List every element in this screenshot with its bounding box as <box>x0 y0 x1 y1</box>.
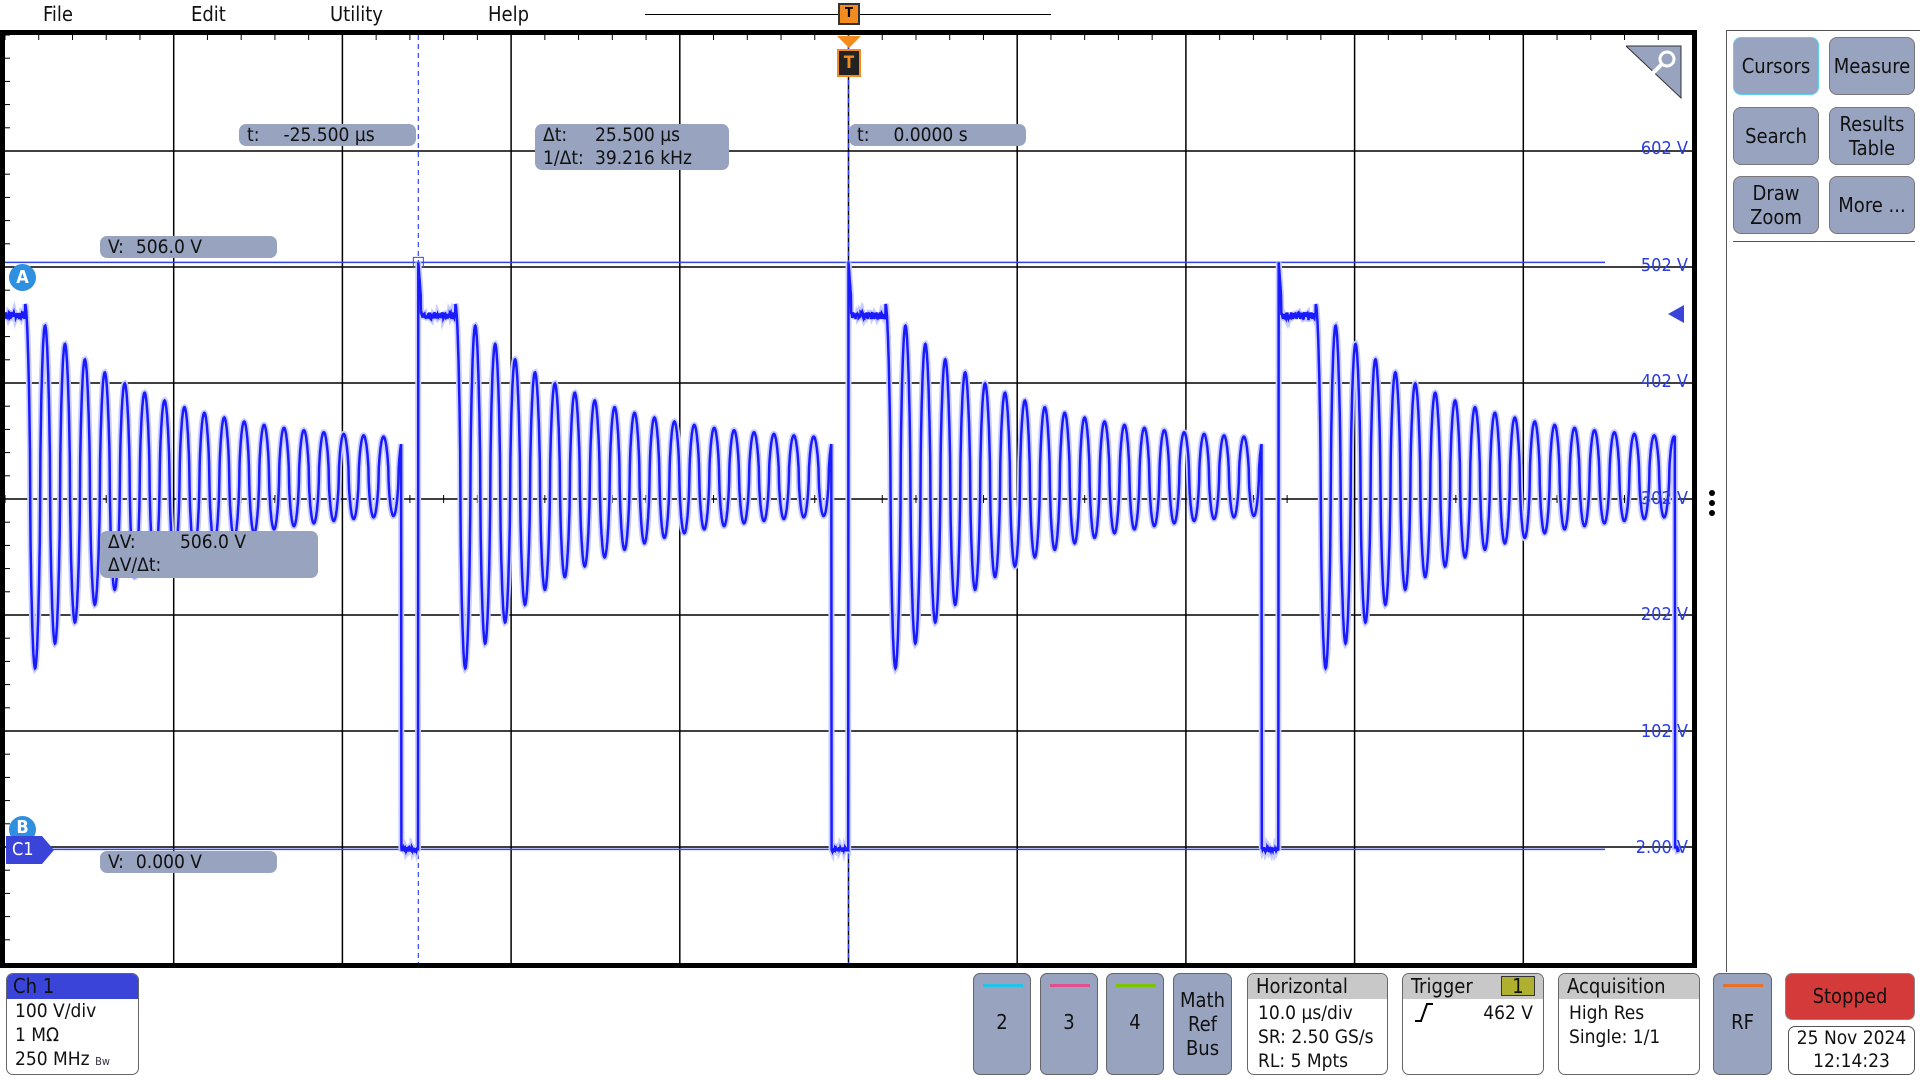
trigger-source: 1 <box>1501 976 1535 996</box>
menu-utility[interactable]: Utility <box>330 0 383 30</box>
horizontal-title: Horizontal <box>1248 974 1387 999</box>
label: 1/Δt: <box>543 147 595 170</box>
channel-1-badge[interactable]: Ch 1 100 V/div 1 MΩ 250 MHz Bw <box>6 973 139 1075</box>
cursor-a-time-readout[interactable]: t: -25.500 µs <box>239 124 416 146</box>
y-axis-label: 202 V <box>1628 604 1688 625</box>
cursor-a-volt-readout[interactable]: V: 506.0 V <box>100 236 277 258</box>
acquisition-mode: High Res <box>1569 1001 1689 1025</box>
acquisition-title: Acquisition <box>1559 974 1699 999</box>
label: 2 <box>996 1010 1007 1034</box>
y-axis-label: 102 V <box>1628 721 1688 742</box>
y-axis-label: 602 V <box>1628 138 1688 159</box>
measure-button[interactable]: Measure <box>1829 37 1915 95</box>
label: 4 <box>1129 1010 1140 1034</box>
date-time-display[interactable]: 25 Nov 2024 12:14:23 <box>1788 1026 1915 1075</box>
rf-color-bar <box>1723 984 1763 987</box>
channel-4-button[interactable]: 4 <box>1106 973 1164 1075</box>
y-axis-label: 402 V <box>1628 371 1688 392</box>
ch1-title: Ch 1 <box>7 974 138 999</box>
channel-color-bar <box>983 984 1023 987</box>
label: RF <box>1731 1010 1754 1034</box>
rf-button[interactable]: RF <box>1713 973 1772 1075</box>
cursor-b-time-readout[interactable]: t: 0.0000 s <box>849 124 1026 146</box>
label: Δt: <box>543 124 595 147</box>
ch1-impedance: 1 MΩ <box>15 1023 130 1047</box>
trigger-level: 462 V <box>1483 1001 1533 1025</box>
zoom-icon[interactable] <box>1626 44 1684 100</box>
divider <box>1733 241 1915 242</box>
ch1-scale: 100 V/div <box>15 999 130 1023</box>
label: Bus <box>1174 1036 1231 1060</box>
rising-edge-icon <box>1413 1001 1435 1023</box>
trigger-title: Trigger <box>1411 974 1473 998</box>
more-options-icon[interactable] <box>1709 490 1715 522</box>
value: 506.0 V <box>180 531 246 553</box>
trigger-level-arrow-icon[interactable] <box>1668 305 1684 323</box>
trigger-badge[interactable]: Trigger 1 462 V <box>1402 973 1544 1075</box>
horizontal-badge[interactable]: Horizontal 10.0 µs/div SR: 2.50 GS/s RL: 5 … <box>1247 973 1388 1075</box>
waveform-graticule <box>5 35 1692 963</box>
value: 0.000 V <box>136 851 202 873</box>
cursor-b-volt-readout[interactable]: V: 0.000 V <box>100 851 277 873</box>
channel-2-button[interactable]: 2 <box>973 973 1031 1075</box>
trigger-position-marker[interactable]: T <box>837 49 861 77</box>
channel-3-button[interactable]: 3 <box>1040 973 1098 1075</box>
time: 12:14:23 <box>1789 1050 1914 1073</box>
value: 39.216 kHz <box>595 147 692 169</box>
menu-file[interactable]: File <box>43 0 73 30</box>
value: 0.0000 s <box>893 124 967 146</box>
run-stop-button[interactable]: Stopped <box>1785 973 1915 1020</box>
side-panel <box>1726 30 1920 972</box>
cursor-a-badge[interactable]: A <box>9 264 36 291</box>
acquisition-count: Single: 1/1 <box>1569 1025 1689 1049</box>
waveform-display[interactable] <box>0 30 1697 968</box>
ch1-bandwidth: 250 MHz <box>15 1048 90 1070</box>
cursor-delta-readout[interactable]: Δt: 25.500 µs 1/Δt: 39.216 kHz <box>535 124 729 170</box>
label: ΔV: <box>108 531 180 554</box>
value: -25.500 µs <box>283 124 374 146</box>
cursors-button[interactable]: Cursors <box>1733 37 1819 95</box>
draw-zoom-button[interactable]: Draw Zoom <box>1733 176 1819 234</box>
more-button[interactable]: More ... <box>1829 176 1915 234</box>
y-axis-label: 302 V <box>1628 488 1688 509</box>
label: ΔV/Δt: <box>108 554 180 577</box>
sample-rate: SR: 2.50 GS/s <box>1258 1025 1377 1049</box>
value: 25.500 µs <box>595 124 680 146</box>
y-axis-label: 502 V <box>1628 255 1688 276</box>
channel-color-bar <box>1050 984 1090 987</box>
label: V: <box>108 851 124 873</box>
channel-color-bar <box>1116 984 1156 987</box>
trigger-arrow-icon <box>837 36 861 48</box>
label: 3 <box>1063 1010 1074 1034</box>
menu-edit[interactable]: Edit <box>191 0 226 30</box>
trigger-position-indicator[interactable]: T <box>838 3 860 25</box>
label: V: <box>108 236 124 258</box>
label: t: <box>857 124 869 146</box>
time-per-div: 10.0 µs/div <box>1258 1001 1377 1025</box>
label: t: <box>247 124 259 146</box>
acquisition-badge[interactable]: Acquisition High Res Single: 1/1 <box>1558 973 1700 1075</box>
record-length: RL: 5 Mpts <box>1258 1049 1377 1073</box>
date: 25 Nov 2024 <box>1789 1027 1914 1050</box>
menu-help[interactable]: Help <box>488 0 529 30</box>
results-table-button[interactable]: Results Table <box>1829 107 1915 165</box>
math-ref-bus-button[interactable]: Math Ref Bus <box>1173 973 1232 1075</box>
label: Math <box>1174 988 1231 1012</box>
value: 506.0 V <box>136 236 202 258</box>
label: Ref <box>1174 1012 1231 1036</box>
bandwidth-limit-icon: Bw <box>95 1055 110 1068</box>
cursor-dv-readout[interactable]: ΔV: 506.0 V ΔV/Δt: <box>100 531 318 578</box>
search-button[interactable]: Search <box>1733 107 1819 165</box>
y-axis-label: 2.00 V <box>1628 837 1688 858</box>
